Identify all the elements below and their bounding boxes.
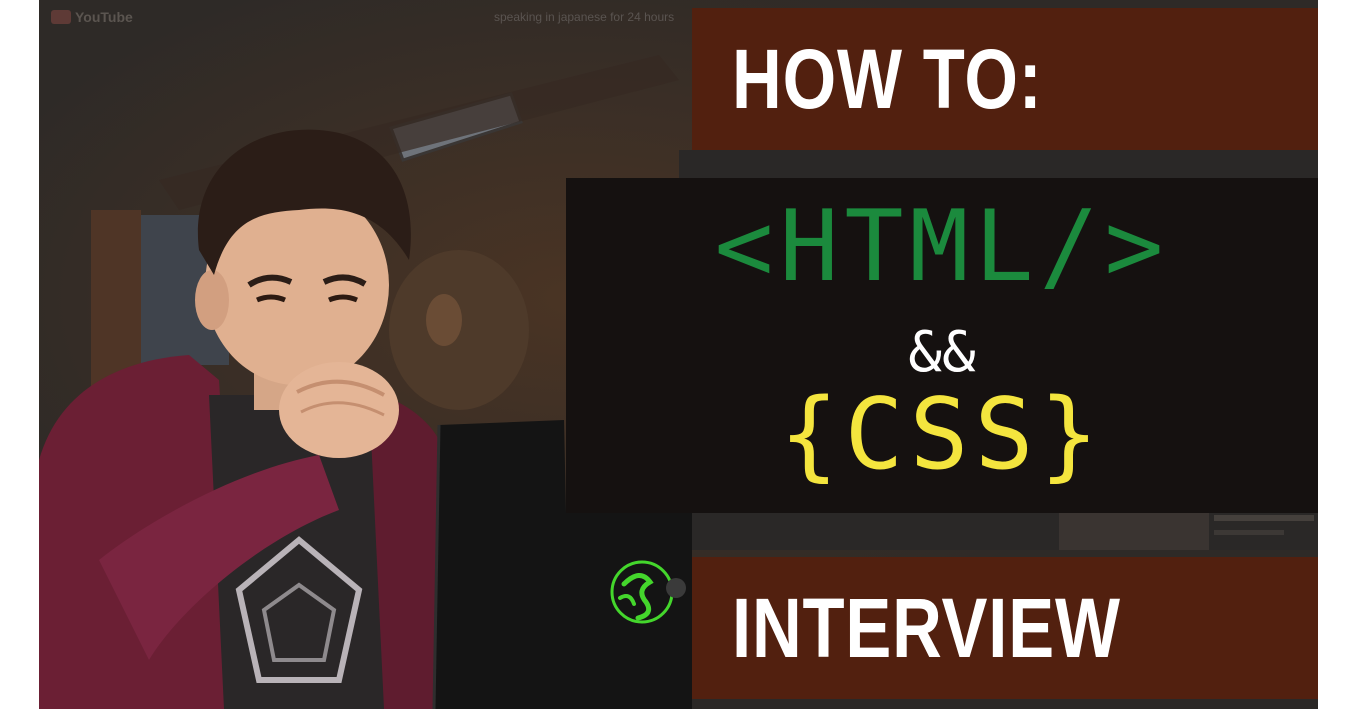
youtube-logo-text: YouTube <box>75 9 133 25</box>
top-banner-text: HOW TO: <box>732 32 1043 126</box>
screen-thumbnail <box>1059 510 1209 550</box>
youtube-logo[interactable]: YouTube <box>51 9 133 25</box>
bottom-banner: INTERVIEW <box>692 557 1318 699</box>
video-title: speaking in japanese for 24 hours <box>494 10 675 24</box>
screen-text-line <box>1214 530 1284 535</box>
youtube-play-icon <box>51 10 71 24</box>
person-ear <box>195 270 229 330</box>
thumbnail-frame: YouTube speaking in japanese for 24 hour… <box>39 0 1318 709</box>
bottom-banner-text: INTERVIEW <box>732 581 1121 675</box>
top-banner: HOW TO: <box>692 8 1318 150</box>
css-braces-text: {CSS} <box>779 378 1105 492</box>
html-tag-text: <HTML/> <box>714 190 1170 304</box>
person-hands <box>279 362 399 458</box>
screen-text-line <box>1214 515 1314 521</box>
code-title-box: <HTML/> && {CSS} <box>566 178 1318 513</box>
operator-text: && <box>908 320 976 385</box>
screen-bottom-strip <box>692 699 1318 709</box>
lantern <box>426 294 462 346</box>
